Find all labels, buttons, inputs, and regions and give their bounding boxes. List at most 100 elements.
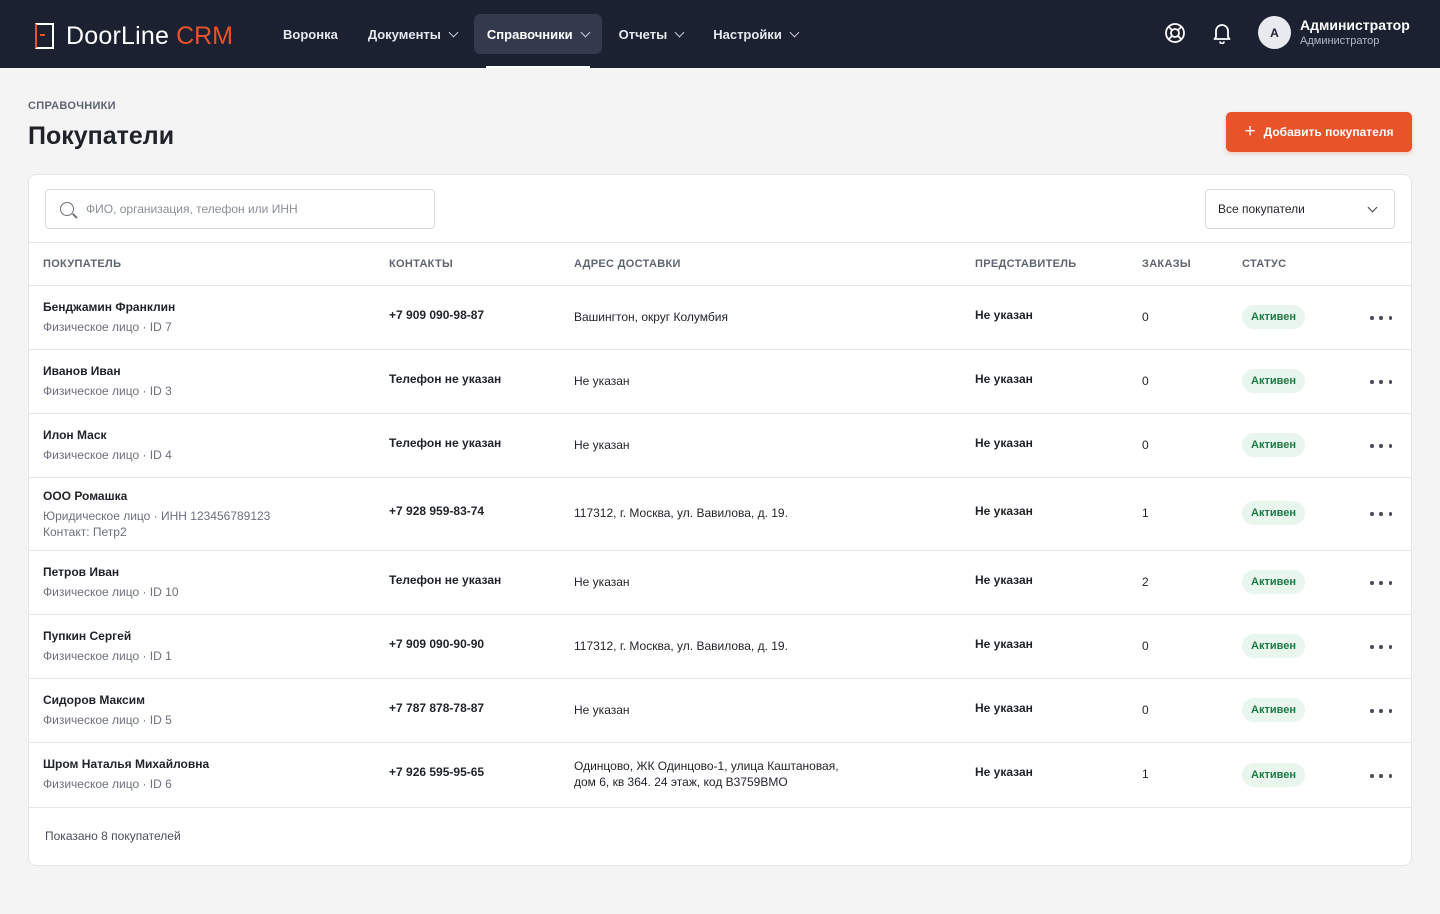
column-header-address[interactable]: АДРЕС ДОСТАВКИ (574, 258, 681, 270)
nav-item-documents[interactable]: Документы (355, 14, 470, 54)
customer-orders: 0 (1142, 639, 1149, 653)
more-actions-icon[interactable] (1370, 577, 1392, 589)
customer-name[interactable]: Петров Иван (43, 564, 119, 580)
customer-name[interactable]: Сидоров Максим (43, 692, 145, 708)
customer-address: 117312, г. Москва, ул. Вавилова, д. 19. (574, 639, 788, 653)
more-actions-icon[interactable] (1370, 312, 1392, 324)
table-row[interactable]: Сидоров Максим Физическое лицо · ID 5 +7… (29, 679, 1411, 743)
notifications-bell-icon[interactable] (1209, 20, 1235, 46)
column-header-contacts[interactable]: КОНТАКТЫ (389, 258, 453, 270)
customer-subtitle: Физическое лицо · ID 1 (43, 649, 172, 663)
breadcrumb[interactable]: СПРАВОЧНИКИ (28, 100, 116, 112)
add-customer-label: Добавить покупателя (1263, 125, 1394, 139)
chevron-down-icon (789, 27, 800, 37)
table-row[interactable]: ООО Ромашка Юридическое лицо · ИНН 12345… (29, 478, 1411, 551)
customer-subtitle: Физическое лицо · ID 6 (43, 777, 172, 791)
chevron-down-icon (580, 27, 591, 37)
customer-contact: +7 928 959-83-74 (389, 504, 485, 518)
customer-name[interactable]: Пупкин Сергей (43, 628, 131, 644)
customer-representative: Не указан (975, 436, 1033, 450)
customer-representative: Не указан (975, 372, 1033, 386)
more-actions-icon[interactable] (1370, 508, 1392, 520)
nav-item-directories[interactable]: Справочники (473, 14, 602, 68)
status-badge: Активен (1242, 763, 1305, 787)
customer-name[interactable]: Илон Маск (43, 427, 107, 443)
user-menu[interactable]: А Администратор Администратор (1258, 16, 1410, 49)
top-navbar: DoorLine CRM Воронка Документы Справочни… (0, 0, 1440, 68)
customer-subtitle: Физическое лицо · ID 7 (43, 320, 172, 334)
nav-item-settings[interactable]: Настройки (700, 14, 811, 54)
customer-orders: 0 (1142, 374, 1149, 388)
search-icon (60, 202, 74, 216)
status-badge: Активен (1242, 369, 1305, 393)
help-lifebuoy-icon[interactable] (1162, 20, 1188, 46)
user-meta: Администратор Администратор (1300, 16, 1410, 49)
customer-contact: +7 909 090-98-87 (389, 308, 485, 322)
customer-representative: Не указан (975, 701, 1033, 715)
customer-name[interactable]: Иванов Иван (43, 363, 121, 379)
customer-orders: 1 (1142, 767, 1149, 781)
table-row[interactable]: Бенджамин Франклин Физическое лицо · ID … (29, 286, 1411, 350)
more-actions-icon[interactable] (1370, 641, 1392, 653)
search-input[interactable] (86, 202, 426, 216)
status-badge: Активен (1242, 634, 1305, 658)
customer-subtitle: Юридическое лицо · ИНН 123456789123 (43, 509, 271, 523)
table-row[interactable]: Петров Иван Физическое лицо · ID 10 Теле… (29, 551, 1411, 615)
nav-item-funnel[interactable]: Воронка (270, 14, 351, 54)
user-name: Администратор (1300, 17, 1410, 33)
customer-address: Не указан (574, 575, 630, 589)
chevron-down-icon (674, 27, 685, 37)
customer-address: Не указан (574, 703, 630, 717)
add-customer-button[interactable]: + Добавить покупателя (1226, 112, 1412, 152)
customer-filter-select[interactable]: Все покупатели (1205, 189, 1395, 229)
customer-contact: +7 926 595-95-65 (389, 765, 485, 779)
customer-contact: +7 909 090-90-90 (389, 637, 485, 651)
table-header: ПОКУПАТЕЛЬ КОНТАКТЫ АДРЕС ДОСТАВКИ ПРЕДС… (29, 242, 1411, 286)
column-header-customer[interactable]: ПОКУПАТЕЛЬ (43, 258, 121, 270)
app-logo[interactable]: DoorLine CRM (35, 22, 233, 50)
customer-orders: 1 (1142, 506, 1149, 520)
status-badge: Активен (1242, 570, 1305, 594)
customer-address: Не указан (574, 438, 630, 452)
table-row[interactable]: Пупкин Сергей Физическое лицо · ID 1 +7 … (29, 615, 1411, 679)
customer-subtitle: Физическое лицо · ID 5 (43, 713, 172, 727)
customer-name[interactable]: ООО Ромашка (43, 488, 127, 504)
logo-text: DoorLine (66, 21, 170, 50)
customer-contact-person: Контакт: Петр2 (43, 525, 127, 539)
customer-name[interactable]: Бенджамин Франклин (43, 299, 175, 315)
column-header-representative[interactable]: ПРЕДСТАВИТЕЛЬ (975, 258, 1077, 270)
more-actions-icon[interactable] (1370, 440, 1392, 452)
column-header-status[interactable]: СТАТУС (1242, 258, 1286, 270)
column-header-orders[interactable]: ЗАКАЗЫ (1142, 258, 1191, 270)
nav-label: Настройки (713, 26, 782, 42)
customer-subtitle: Физическое лицо · ID 4 (43, 448, 172, 462)
customer-address: Одинцово, ЖК Одинцово-1, улица Каштанова… (574, 759, 839, 773)
chevron-down-icon (448, 27, 459, 37)
more-actions-icon[interactable] (1370, 376, 1392, 388)
customer-address-line2: дом 6, кв 364. 24 этаж, код B3759BMO (574, 775, 788, 789)
table-row[interactable]: Шром Наталья Михайловна Физическое лицо … (29, 743, 1411, 808)
customer-address: Вашингтон, округ Колумбия (574, 310, 728, 324)
nav-label: Справочники (486, 26, 573, 42)
customer-contact: Телефон не указан (389, 573, 502, 587)
customer-orders: 0 (1142, 310, 1149, 324)
plus-icon: + (1244, 120, 1256, 142)
customer-orders: 2 (1142, 575, 1149, 589)
search-box[interactable] (45, 189, 435, 229)
customer-name[interactable]: Шром Наталья Михайловна (43, 756, 209, 772)
customer-representative: Не указан (975, 308, 1033, 322)
avatar: А (1258, 16, 1291, 49)
customer-representative: Не указан (975, 637, 1033, 651)
table-row[interactable]: Илон Маск Физическое лицо · ID 4 Телефон… (29, 414, 1411, 478)
table-row[interactable]: Иванов Иван Физическое лицо · ID 3 Телеф… (29, 350, 1411, 414)
more-actions-icon[interactable] (1370, 770, 1392, 782)
status-badge: Активен (1242, 433, 1305, 457)
page-title: Покупатели (28, 122, 175, 150)
customer-address: Не указан (574, 374, 630, 388)
more-actions-icon[interactable] (1370, 705, 1392, 717)
nav-item-reports[interactable]: Отчеты (606, 14, 697, 54)
status-badge: Активен (1242, 305, 1305, 329)
customer-subtitle: Физическое лицо · ID 3 (43, 384, 172, 398)
customer-orders: 0 (1142, 703, 1149, 717)
main-nav: Воронка Документы Справочники Отчеты Нас… (270, 14, 815, 68)
